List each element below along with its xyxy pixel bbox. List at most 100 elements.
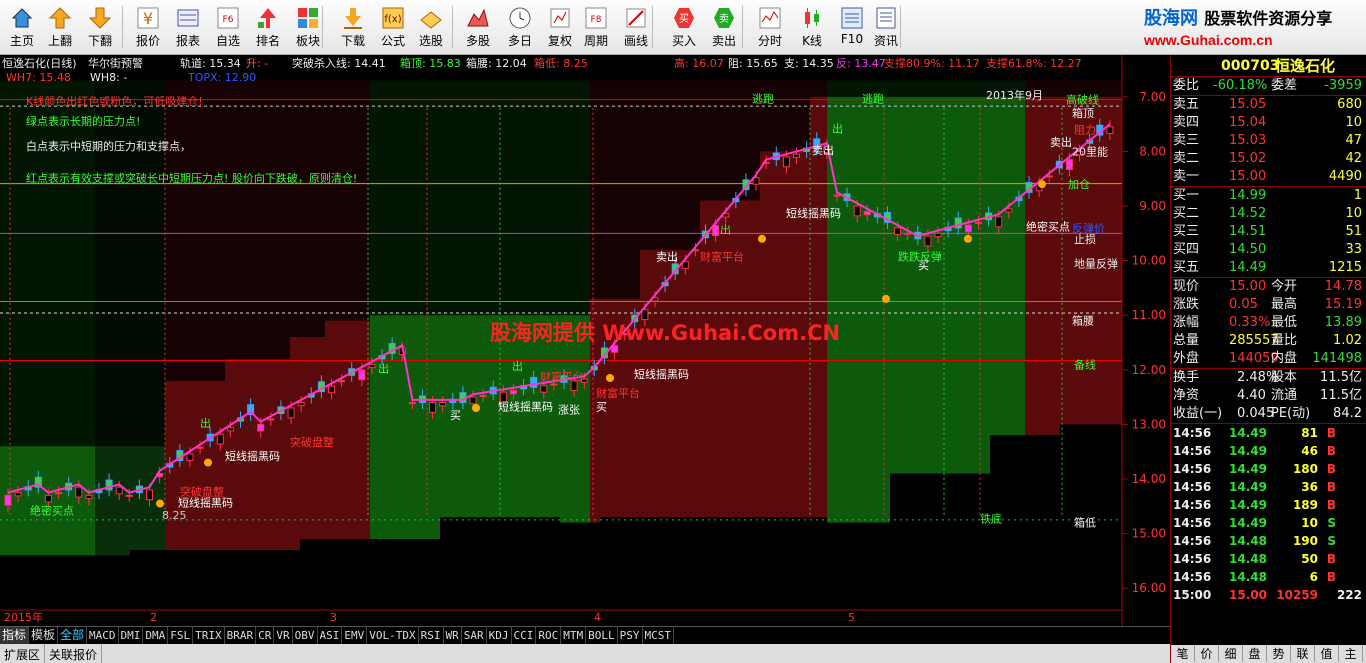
- right-level-label: 20里能: [1072, 144, 1108, 158]
- bid-label: 买一: [1173, 188, 1200, 203]
- stat-value: 1.02: [1333, 333, 1362, 348]
- panel-tab[interactable]: 笔: [1171, 645, 1195, 662]
- bid-row: 买二 14.52 10: [1171, 205, 1366, 223]
- toolbar-button-10[interactable]: 选股: [411, 4, 451, 52]
- indicator-tab[interactable]: DMI: [119, 627, 144, 644]
- tick-row: 14:56 14.49 46 B: [1171, 442, 1366, 460]
- toolbar-button-1[interactable]: 上翻: [40, 4, 80, 52]
- panel-tab[interactable]: 细: [1219, 645, 1243, 662]
- toolbar-separator: [322, 6, 323, 48]
- panel-tab[interactable]: 价: [1195, 645, 1219, 662]
- stat-label: 股本: [1271, 370, 1298, 385]
- indicator-tab[interactable]: CCI: [512, 627, 537, 644]
- candle-body: [257, 423, 265, 432]
- indicator-tab[interactable]: DMA: [143, 627, 169, 644]
- panel-tab[interactable]: 主: [1339, 645, 1363, 662]
- kline-chart[interactable]: 16.00 15.00 14.00 13.00 12.00 11.00 10.00 9.00 8…: [0, 55, 1170, 626]
- indicator-tab[interactable]: 指标: [0, 627, 30, 644]
- indicator-tab[interactable]: MACD: [87, 627, 119, 644]
- candle-body: [439, 402, 447, 407]
- panel-tab[interactable]: 联: [1291, 645, 1315, 662]
- indicator-tab[interactable]: PSY: [618, 627, 643, 644]
- tick-row: 14:56 14.49 189 B: [1171, 496, 1366, 514]
- chart-header-field: 支: 14.35: [784, 57, 834, 70]
- tab-expand-area[interactable]: 扩展区: [0, 644, 46, 663]
- bid-volume: 51: [1345, 224, 1362, 239]
- toolbar-button-label: 周期: [583, 34, 608, 48]
- signal-label: 卖出: [812, 143, 834, 157]
- toolbar-button-0[interactable]: 主页: [2, 4, 42, 52]
- right-level-label: 加仓: [1068, 177, 1090, 191]
- indicator-tab[interactable]: FSL: [168, 627, 194, 644]
- indicator-tab[interactable]: CR: [256, 627, 275, 644]
- candle-body: [186, 453, 194, 461]
- toolbar-button-9[interactable]: f(x) 公式: [373, 4, 413, 52]
- toolbar-button-label: 买入: [671, 34, 696, 48]
- panel-tab[interactable]: 值: [1315, 645, 1339, 662]
- candle-body: [226, 427, 234, 432]
- candle-body: [368, 363, 376, 369]
- watermark-text: 股海网提供 Www.Guhai.Com.CN: [490, 321, 840, 345]
- indicator-tab[interactable]: SAR: [462, 627, 487, 644]
- toolbar-button-8[interactable]: 下载: [333, 4, 373, 52]
- indicator-tab[interactable]: VOL-TDX: [367, 627, 419, 644]
- indicator-tab[interactable]: 全部: [58, 627, 88, 644]
- candle-body: [287, 407, 295, 419]
- toolbar-button-17[interactable]: 卖卖出: [704, 4, 744, 52]
- toolbar-button-18[interactable]: 分时: [750, 4, 790, 52]
- indicator-tab[interactable]: OBV: [293, 627, 318, 644]
- toolbar-button-3[interactable]: ¥ 报价: [128, 4, 168, 52]
- toolbar-button-14[interactable]: F8 周期: [576, 4, 616, 52]
- toolbar-button-12[interactable]: 多日: [500, 4, 540, 52]
- toolbar-button-label: 报表: [175, 34, 200, 48]
- candle-body: [509, 390, 517, 395]
- tick-time: 14:56: [1173, 534, 1212, 548]
- toolbar-button-11[interactable]: 多股: [458, 4, 498, 52]
- tab-related-quote[interactable]: 关联报价: [45, 644, 103, 663]
- indicator-tab[interactable]: ROC: [536, 627, 562, 644]
- indicator-tab[interactable]: EMV: [342, 627, 368, 644]
- indicator-tab[interactable]: RSI: [419, 627, 444, 644]
- stat-value: 141498: [1312, 351, 1362, 366]
- indicator-tab[interactable]: WR: [444, 627, 462, 644]
- bid-price: 14.49: [1229, 260, 1267, 275]
- tick-time: 14:56: [1173, 480, 1212, 494]
- indicator-tab[interactable]: MTM: [561, 627, 587, 644]
- indicator-tab[interactable]: BRAR: [225, 627, 257, 644]
- panel-header: 000703 恒逸石化: [1171, 55, 1366, 77]
- bid-price: 14.52: [1229, 206, 1267, 221]
- candle-body: [1065, 159, 1073, 170]
- ask-price: 15.05: [1229, 97, 1267, 112]
- indicator-tab[interactable]: KDJ: [487, 627, 512, 644]
- tick-time: 14:56: [1173, 570, 1212, 584]
- indicator-tab[interactable]: 模板: [29, 627, 59, 644]
- f6-icon: F6: [208, 6, 248, 30]
- indicator-tab[interactable]: TRIX: [193, 627, 225, 644]
- indicator-tab[interactable]: BOLL: [586, 627, 618, 644]
- bid-price: 14.99: [1229, 188, 1267, 203]
- candle-body: [338, 380, 346, 383]
- toolbar-button-5[interactable]: F6 自选: [208, 4, 248, 52]
- toolbar-button-4[interactable]: 报表: [168, 4, 208, 52]
- candle-body: [964, 224, 972, 233]
- indicator-tab[interactable]: ASI: [318, 627, 343, 644]
- sell-icon: 卖: [704, 6, 744, 30]
- ask-volume: 4490: [1328, 169, 1362, 184]
- indicator-tab[interactable]: VR: [274, 627, 293, 644]
- ask-row: 卖一 15.00 4490: [1171, 168, 1366, 186]
- toolbar-button-6[interactable]: 排名: [248, 4, 288, 52]
- toolbar-button-19[interactable]: K线: [792, 4, 832, 52]
- tick-time: 14:56: [1173, 552, 1212, 566]
- toolbar-button-15[interactable]: 画线: [616, 4, 656, 52]
- indicator-tab[interactable]: MCST: [643, 627, 675, 644]
- toolbar-button-2[interactable]: 下翻: [80, 4, 120, 52]
- stat-row: 涨幅 0.33% 最低 13.89: [1171, 314, 1366, 332]
- stat-label: 外盘: [1173, 351, 1200, 366]
- candle-body: [904, 232, 912, 235]
- toolbar-button-16[interactable]: 买买入: [664, 4, 704, 52]
- toolbar-button-13[interactable]: 复权: [540, 4, 580, 52]
- signal-label: 涨张: [558, 403, 580, 416]
- panel-tab[interactable]: 盘: [1243, 645, 1267, 662]
- panel-tab[interactable]: 势: [1267, 645, 1291, 662]
- toolbar-button-label: 下载: [340, 34, 365, 48]
